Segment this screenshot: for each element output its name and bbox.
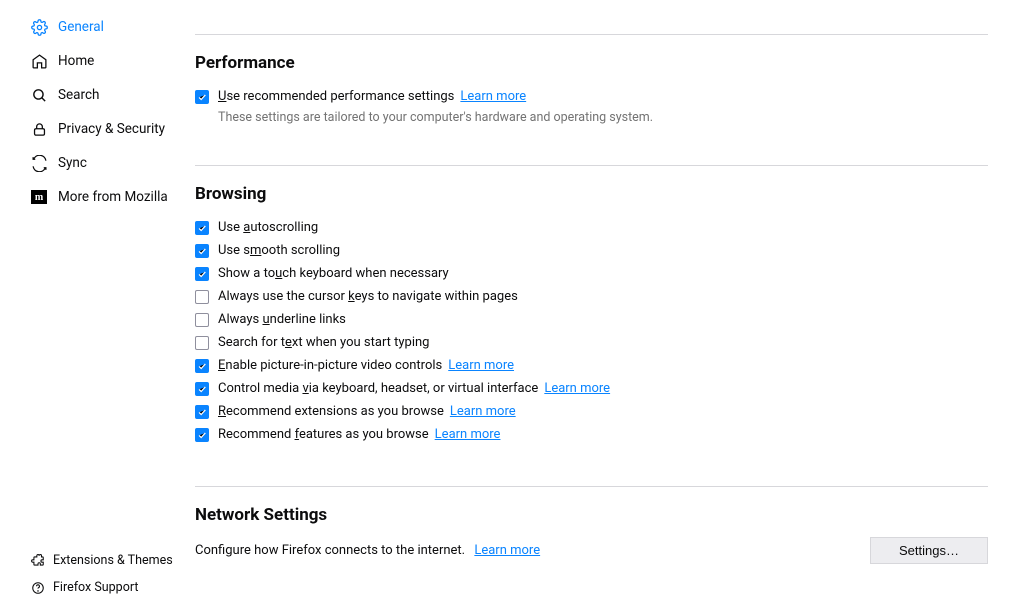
media-row: Control media via keyboard, headset, or … [195,377,988,400]
sidebar-item-support[interactable]: Firefox Support [0,574,195,601]
sidebar-item-label: Privacy & Security [58,121,165,137]
network-title: Network Settings [195,505,988,525]
sidebar-item-label: Firefox Support [53,580,138,595]
sidebar-item-label: Home [58,53,94,69]
perf-recommended-row: Use recommended performance settings Lea… [195,85,988,108]
sidebar-item-label: Extensions & Themes [53,553,173,568]
pip-checkbox[interactable] [195,359,209,373]
sidebar-item-sync[interactable]: Sync [0,146,195,180]
recfeat-checkbox[interactable] [195,428,209,442]
sidebar-item-search[interactable]: Search [0,78,195,112]
perf-recommended-label: Use recommended performance settings [218,89,454,104]
autoscroll-row: Use autoscrolling [195,216,988,239]
media-learn-more[interactable]: Learn more [544,381,610,396]
recfeat-label: Recommend features as you browse [218,427,429,442]
cursor-label: Always use the cursor keys to navigate w… [218,289,518,304]
sidebar-item-label: Search [58,87,99,103]
sidebar-item-label: Sync [58,155,87,171]
sync-icon [30,154,48,172]
network-section: Network Settings Configure how Firefox c… [195,486,988,564]
sidebar-item-more-mozilla[interactable]: m More from Mozilla [0,180,195,214]
underline-checkbox[interactable] [195,313,209,327]
network-desc: Configure how Firefox connects to the in… [195,543,465,558]
recfeat-row: Recommend features as you browse Learn m… [195,423,988,446]
cursor-checkbox[interactable] [195,290,209,304]
browsing-title: Browsing [195,184,988,204]
sidebar-item-extensions[interactable]: Extensions & Themes [0,547,195,574]
smooth-checkbox[interactable] [195,244,209,258]
mozilla-icon: m [30,188,48,206]
underline-label: Always underline links [218,312,346,327]
network-row: Configure how Firefox connects to the in… [195,537,988,564]
browsing-section: Browsing Use autoscrolling Use smooth sc… [195,165,988,446]
media-label: Control media via keyboard, headset, or … [218,381,538,396]
help-icon [30,580,45,595]
sidebar-item-label: More from Mozilla [58,189,168,205]
lock-icon [30,120,48,138]
performance-title: Performance [195,53,988,73]
media-checkbox[interactable] [195,382,209,396]
network-learn-more[interactable]: Learn more [474,543,540,558]
autoscroll-checkbox[interactable] [195,221,209,235]
recext-label: Recommend extensions as you browse [218,404,444,419]
touch-row: Show a touch keyboard when necessary [195,262,988,285]
pip-label: Enable picture-in-picture video controls [218,358,442,373]
autoscroll-label: Use autoscrolling [218,220,318,235]
settings-content: Performance Use recommended performance … [195,0,1024,613]
typing-row: Search for text when you start typing [195,331,988,354]
recext-checkbox[interactable] [195,405,209,419]
sidebar-item-label: General [58,19,104,35]
underline-row: Always underline links [195,308,988,331]
sidebar-top: General Home Search Privacy & Security S [0,10,195,547]
perf-recommended-checkbox[interactable] [195,90,209,104]
sidebar-bottom: Extensions & Themes Firefox Support [0,547,195,603]
puzzle-icon [30,553,45,568]
recext-row: Recommend extensions as you browse Learn… [195,400,988,423]
cursor-row: Always use the cursor keys to navigate w… [195,285,988,308]
settings-sidebar: General Home Search Privacy & Security S [0,0,195,613]
typing-label: Search for text when you start typing [218,335,429,350]
perf-subtext: These settings are tailored to your comp… [218,110,988,125]
smooth-row: Use smooth scrolling [195,239,988,262]
performance-section: Performance Use recommended performance … [195,34,988,125]
perf-learn-more-link[interactable]: Learn more [460,89,526,104]
gear-icon [30,18,48,36]
smooth-label: Use smooth scrolling [218,243,340,258]
network-desc-wrap: Configure how Firefox connects to the in… [195,543,540,558]
sidebar-item-general[interactable]: General [0,10,195,44]
typing-checkbox[interactable] [195,336,209,350]
touch-checkbox[interactable] [195,267,209,281]
network-settings-button[interactable]: Settings… [870,537,988,564]
pip-row: Enable picture-in-picture video controls… [195,354,988,377]
sidebar-item-privacy[interactable]: Privacy & Security [0,112,195,146]
touch-label: Show a touch keyboard when necessary [218,266,449,281]
home-icon [30,52,48,70]
recfeat-learn-more[interactable]: Learn more [435,427,501,442]
pip-learn-more[interactable]: Learn more [448,358,514,373]
recext-learn-more[interactable]: Learn more [450,404,516,419]
search-icon [30,86,48,104]
sidebar-item-home[interactable]: Home [0,44,195,78]
